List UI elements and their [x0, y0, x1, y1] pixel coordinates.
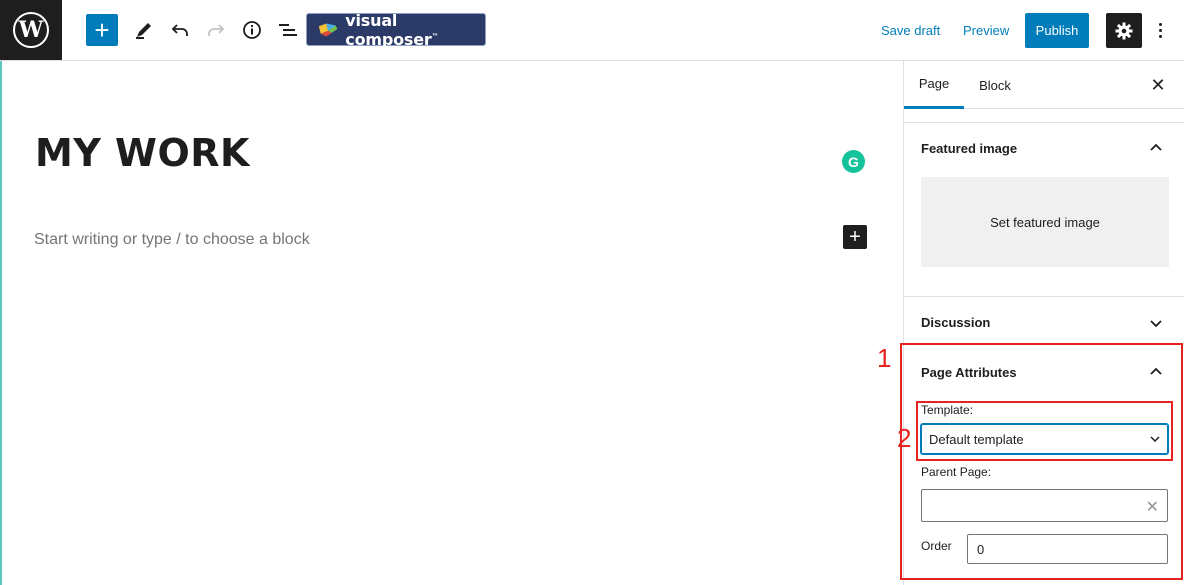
visual-composer-logo-icon [318, 22, 338, 37]
wordpress-logo-button[interactable]: W [0, 0, 62, 60]
visual-composer-trademark: ™ [431, 32, 439, 41]
tools-button[interactable] [130, 16, 158, 44]
more-dot-icon [1158, 34, 1162, 38]
list-view-button[interactable] [274, 16, 302, 44]
settings-button[interactable] [1106, 13, 1142, 48]
redo-button[interactable] [202, 16, 230, 44]
discussion-toggle[interactable]: Discussion [921, 315, 990, 330]
featured-image-toggle[interactable]: Featured image [921, 141, 1017, 156]
close-icon: ✕ [1150, 74, 1166, 95]
tab-block[interactable]: Block [968, 61, 1022, 109]
editor-canvas: MY WORK G Start writing or type / to cho… [0, 61, 903, 585]
chevron-down-icon[interactable] [1148, 315, 1164, 331]
editor-header: W + visual composer™ Save draft Preview … [0, 0, 1184, 61]
annotation-box-page-attributes [900, 343, 1183, 580]
more-dot-icon [1158, 28, 1162, 32]
set-featured-image-button[interactable]: Set featured image [921, 177, 1169, 267]
visual-composer-text: visual composer [345, 10, 432, 49]
wordpress-icon: W [13, 12, 49, 48]
tab-page[interactable]: Page [904, 61, 964, 109]
divider [904, 296, 1184, 297]
gear-icon [1115, 22, 1133, 39]
redo-icon [208, 24, 225, 36]
undo-icon [171, 24, 188, 36]
undo-button[interactable] [166, 16, 194, 44]
add-block-button[interactable]: + [86, 14, 118, 46]
publish-button[interactable]: Publish [1025, 13, 1089, 48]
plus-icon: + [94, 15, 110, 45]
visual-composer-label: visual composer™ [345, 11, 485, 49]
grammarly-icon[interactable]: G [842, 150, 865, 173]
wordpress-logo-glyph: W [18, 17, 44, 43]
annotation-number-1: 1 [877, 343, 892, 373]
list-view-icon [279, 24, 297, 36]
annotation-number-2: 2 [897, 423, 912, 453]
info-icon [243, 21, 261, 39]
more-dot-icon [1158, 22, 1162, 26]
visual-composer-button[interactable]: visual composer™ [306, 11, 486, 49]
preview-button[interactable]: Preview [963, 23, 1009, 38]
annotation-box-template [916, 401, 1173, 461]
block-inserter-button[interactable]: + [843, 225, 867, 249]
plus-icon: + [849, 226, 861, 248]
details-button[interactable] [238, 16, 266, 44]
grammarly-glyph: G [848, 153, 859, 170]
close-sidebar-button[interactable]: ✕ [1146, 73, 1170, 97]
sidebar-tabs: Page Block ✕ [904, 61, 1184, 109]
more-options-button[interactable] [1150, 16, 1170, 44]
save-draft-button[interactable]: Save draft [881, 23, 940, 38]
divider [904, 122, 1184, 123]
chevron-up-icon[interactable] [1148, 140, 1164, 156]
pencil-icon [136, 23, 151, 39]
post-title[interactable]: MY WORK [35, 131, 250, 175]
block-placeholder[interactable]: Start writing or type / to choose a bloc… [34, 231, 310, 249]
